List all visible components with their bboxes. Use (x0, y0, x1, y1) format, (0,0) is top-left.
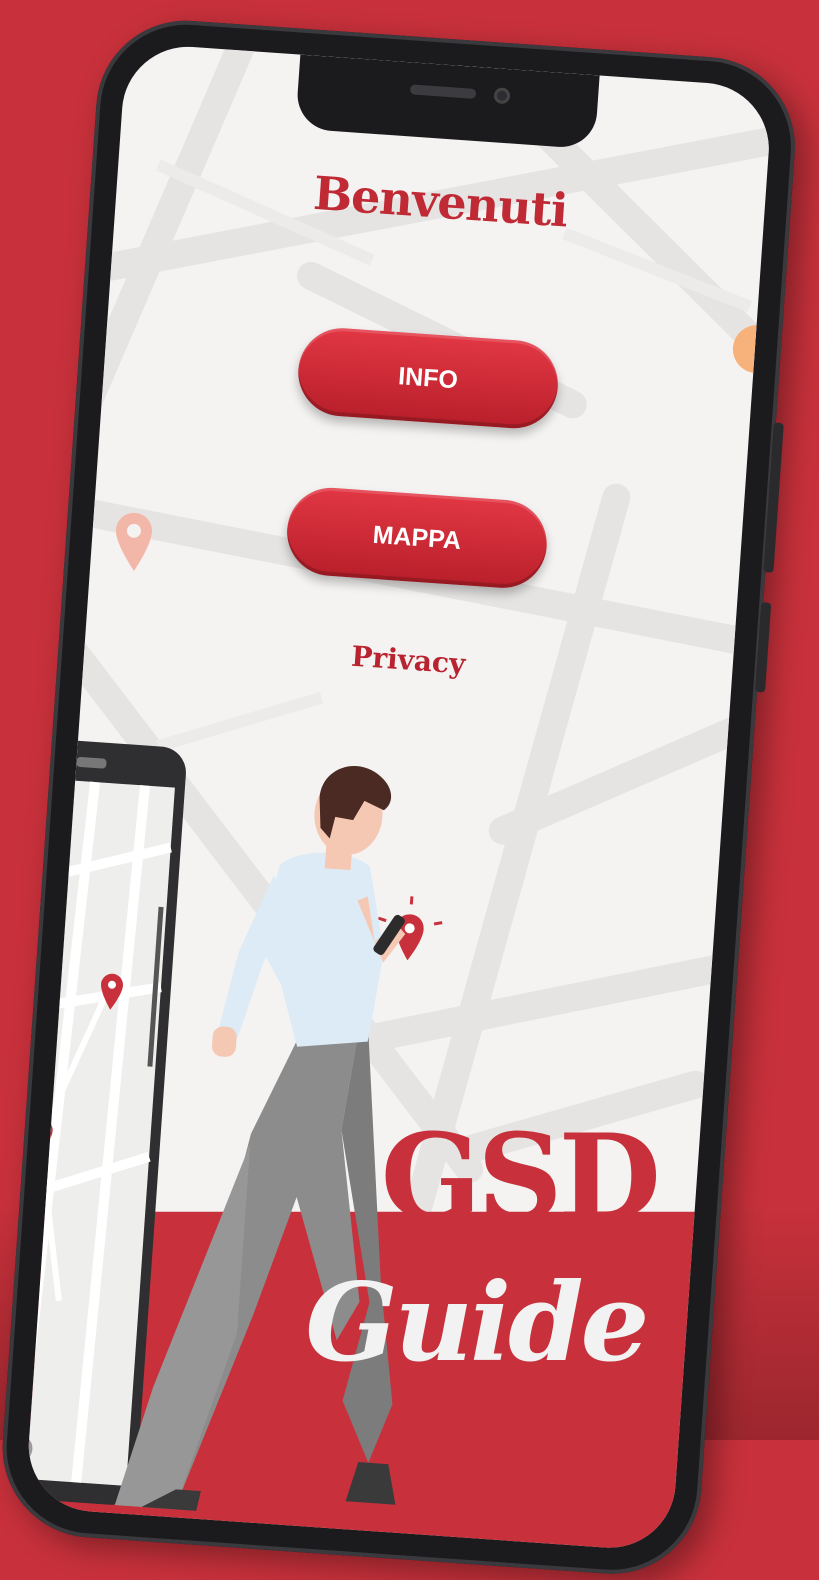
brand-logo-guide: Guide (305, 1259, 647, 1386)
brand-logo-gsd: GSD (380, 1107, 657, 1247)
map-pin-icon (115, 512, 152, 571)
smartphone-device: Benvenuti INFO MAPPA Privacy GSD Guide (0, 14, 801, 1580)
camera-icon (493, 87, 511, 105)
info-button[interactable]: INFO (295, 325, 561, 432)
map-button[interactable]: MAPPA (284, 484, 550, 591)
speaker-grille (409, 84, 477, 99)
app-screen: Benvenuti INFO MAPPA Privacy GSD Guide (24, 42, 774, 1553)
